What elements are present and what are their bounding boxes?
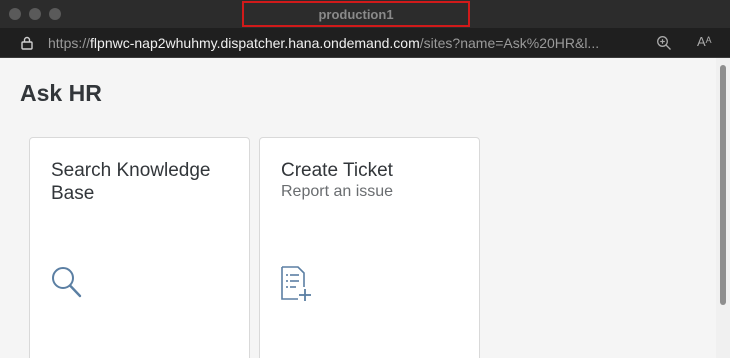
search-icon (52, 267, 82, 298)
page-title: Ask HR (20, 80, 102, 106)
minimize-window-button[interactable] (29, 8, 41, 20)
zoom-icon[interactable] (656, 35, 672, 51)
page-content: Ask HR Search Knowledge Base Create Tick… (0, 58, 716, 358)
tile-subtitle: Report an issue (281, 183, 394, 200)
read-aloud-icon[interactable]: Aᴬ (697, 34, 712, 49)
address-bar[interactable]: https://flpnwc-nap2whuhmy.dispatcher.han… (0, 28, 730, 58)
lock-icon (21, 36, 33, 50)
window-title-highlight: production1 (242, 1, 470, 27)
url-host: flpnwc-nap2whuhmy.dispatcher.hana.ondema… (90, 35, 420, 51)
close-window-button[interactable] (9, 8, 21, 20)
window-titlebar: production1 (0, 0, 730, 28)
scrollbar-thumb[interactable] (720, 65, 726, 305)
add-document-icon (281, 266, 311, 301)
window-title: production1 (318, 6, 394, 22)
url-text[interactable]: https://flpnwc-nap2whuhmy.dispatcher.han… (48, 35, 648, 51)
vertical-scrollbar[interactable] (716, 58, 730, 358)
url-protocol: https:// (48, 35, 91, 51)
url-path: /sites?name=Ask%20HR&l... (419, 35, 600, 51)
tile-title: Create Ticket (281, 160, 393, 181)
tile-title: Search Knowledge Base (51, 160, 211, 204)
tile-search-knowledge-base[interactable]: Search Knowledge Base (29, 137, 250, 358)
tile-create-ticket[interactable]: Create Ticket Report an issue (259, 137, 480, 358)
maximize-window-button[interactable] (49, 8, 61, 20)
